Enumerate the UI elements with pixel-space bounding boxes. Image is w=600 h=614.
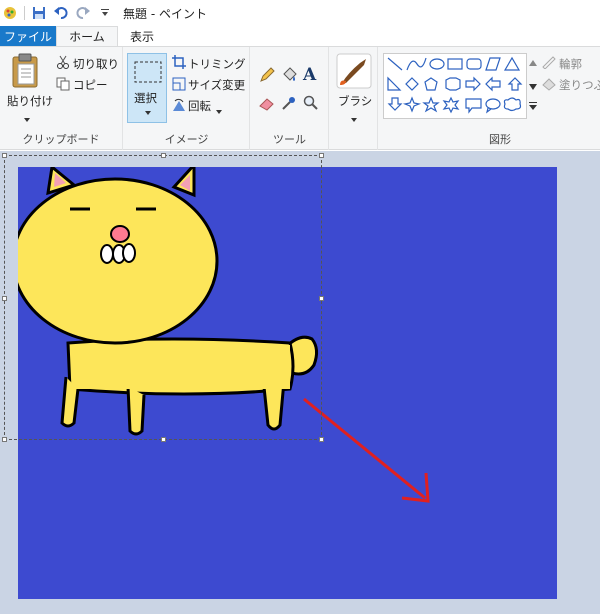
selection-handle[interactable] bbox=[2, 153, 7, 158]
crop-icon[interactable] bbox=[172, 55, 186, 72]
shapes-expand-icon[interactable] bbox=[529, 99, 537, 113]
shapes-group: 輪郭 塗りつぶし 図形 bbox=[379, 47, 600, 150]
scissors-icon[interactable] bbox=[56, 55, 70, 72]
selection-rectangle[interactable] bbox=[2, 153, 324, 442]
shapes-scroll-down-icon[interactable] bbox=[529, 79, 537, 93]
image-group: 選択 トリミング サイズ変更 回転 イメージ bbox=[124, 47, 250, 150]
undo-icon[interactable] bbox=[53, 5, 69, 21]
paint-app-icon[interactable] bbox=[2, 5, 18, 21]
resize-label[interactable]: サイズ変更 bbox=[188, 77, 245, 93]
brushes-group: ブラシ bbox=[330, 47, 378, 150]
shapes-scroll-up-icon[interactable] bbox=[529, 55, 537, 69]
tab-view[interactable]: 表示 bbox=[118, 26, 166, 46]
fill-bucket-icon[interactable] bbox=[281, 67, 297, 86]
image-group-label: イメージ bbox=[164, 133, 209, 146]
window-title: 無題 - ペイント bbox=[123, 6, 207, 21]
selection-handle[interactable] bbox=[319, 437, 324, 442]
select-label[interactable]: 選択 bbox=[134, 90, 157, 106]
tools-group-label: ツール bbox=[273, 133, 306, 146]
tab-file[interactable]: ファイル bbox=[0, 26, 56, 46]
fill-label[interactable]: 塗りつぶし bbox=[559, 77, 600, 93]
color-picker-icon[interactable] bbox=[281, 95, 297, 114]
brushes-dropdown-icon[interactable] bbox=[351, 111, 357, 125]
customize-qat-icon[interactable] bbox=[97, 5, 113, 21]
resize-icon[interactable] bbox=[172, 77, 186, 94]
clipboard-group-label: クリップボード bbox=[22, 133, 100, 146]
magnifier-icon[interactable] bbox=[303, 95, 319, 114]
tools-group: A ツール bbox=[251, 47, 329, 150]
paste-dropdown-icon[interactable] bbox=[24, 111, 30, 125]
eraser-icon[interactable] bbox=[259, 95, 275, 114]
selection-handle[interactable] bbox=[319, 153, 324, 158]
rotate-dropdown-icon[interactable] bbox=[216, 103, 222, 117]
cut-label[interactable]: 切り取り bbox=[73, 56, 119, 72]
copy-label[interactable]: コピー bbox=[73, 77, 108, 93]
crop-label[interactable]: トリミング bbox=[188, 56, 246, 72]
tab-home[interactable]: ホーム bbox=[56, 26, 118, 46]
selection-handle[interactable] bbox=[2, 296, 7, 301]
pencil-icon[interactable] bbox=[259, 67, 275, 86]
paste-label[interactable]: 貼り付け bbox=[7, 93, 53, 109]
shapes-gallery[interactable] bbox=[383, 53, 527, 119]
ribbon: 貼り付け 切り取り コピー クリップボード 選択 トリミング サイズ変更 回転 … bbox=[0, 46, 600, 150]
brushes-label[interactable]: ブラシ bbox=[338, 93, 372, 109]
selection-handle[interactable] bbox=[319, 296, 324, 301]
copy-icon[interactable] bbox=[56, 77, 70, 94]
selection-handle[interactable] bbox=[161, 153, 166, 158]
save-icon[interactable] bbox=[31, 5, 47, 21]
paste-button[interactable] bbox=[10, 53, 44, 92]
selection-handle[interactable] bbox=[161, 437, 166, 442]
shapes-group-label: 図形 bbox=[489, 133, 511, 146]
fill-icon[interactable] bbox=[541, 77, 557, 94]
rotate-icon[interactable] bbox=[172, 98, 186, 115]
rotate-label[interactable]: 回転 bbox=[188, 98, 211, 114]
canvas-workspace[interactable] bbox=[0, 151, 600, 614]
ribbon-tabs: ファイル ホーム 表示 bbox=[0, 26, 600, 46]
redo-icon[interactable] bbox=[75, 5, 91, 21]
selection-handle[interactable] bbox=[2, 437, 7, 442]
select-dropdown-icon bbox=[145, 111, 151, 115]
outline-label[interactable]: 輪郭 bbox=[559, 56, 582, 72]
outline-icon[interactable] bbox=[541, 55, 557, 72]
clipboard-group: 貼り付け 切り取り コピー クリップボード bbox=[0, 47, 123, 150]
title-bar: 無題 - ペイント bbox=[0, 0, 600, 26]
text-tool-icon[interactable]: A bbox=[303, 65, 316, 85]
select-button[interactable]: 選択 bbox=[127, 53, 167, 123]
brushes-button[interactable] bbox=[336, 53, 372, 92]
